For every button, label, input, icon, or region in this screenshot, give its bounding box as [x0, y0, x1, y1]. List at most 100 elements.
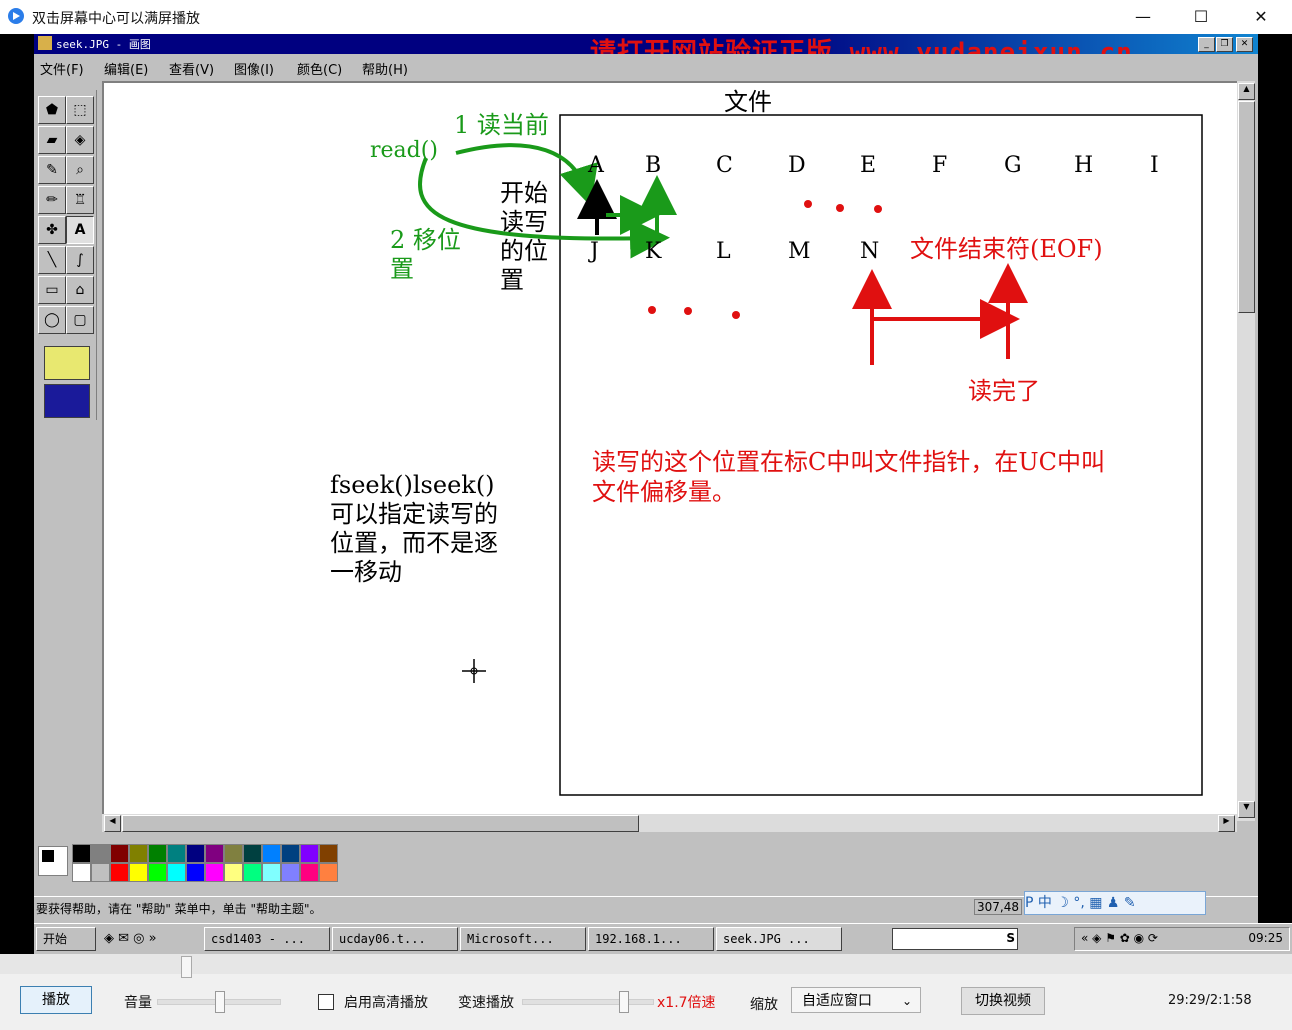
ellipse-icon[interactable]: ◯ — [38, 306, 66, 334]
current-colors-icon[interactable] — [38, 846, 68, 876]
taskbar-item[interactable]: 192.168.1... — [588, 927, 714, 951]
address-input[interactable]: S — [892, 928, 1018, 950]
menu-file[interactable]: 文件(F) — [40, 59, 84, 78]
color-swatch[interactable] — [262, 863, 281, 882]
paint-minimize-icon[interactable]: _ — [1198, 37, 1215, 52]
scroll-left-icon[interactable]: ◀ — [104, 815, 121, 832]
maximize-button[interactable]: ☐ — [1178, 2, 1224, 32]
polygon-icon[interactable]: ⌂ — [66, 276, 94, 304]
fseek-note: fseek()lseek() 可以指定读写的 位置，而不是逐 一移动 — [330, 471, 498, 587]
color-swatch[interactable] — [281, 844, 300, 863]
menu-colors[interactable]: 颜色(C) — [297, 59, 342, 78]
pencil-icon[interactable]: ✏ — [38, 186, 66, 214]
curve-icon[interactable]: ∫ — [66, 246, 94, 274]
color-swatch[interactable] — [186, 844, 205, 863]
color-swatch[interactable] — [148, 844, 167, 863]
rect-select-icon[interactable]: ⬚ — [66, 96, 94, 124]
magnifier-icon[interactable]: ⌕ — [66, 156, 94, 184]
ime-toolbar[interactable]: P 中 ☽ °, ▦ ♟ ✎ — [1024, 891, 1206, 915]
color-swatch[interactable] — [186, 863, 205, 882]
vertical-scroll-thumb[interactable] — [1238, 101, 1255, 313]
taskbar-item[interactable]: Microsoft... — [460, 927, 586, 951]
color-swatch[interactable] — [224, 844, 243, 863]
switch-video-button[interactable]: 切换视频 — [961, 987, 1045, 1015]
fseek-note-line: 一移动 — [330, 558, 402, 586]
ellipsis-dot — [732, 311, 740, 319]
speed-slider[interactable] — [522, 991, 654, 1013]
taskbar-item[interactable]: ucday06.t... — [332, 927, 458, 951]
speed-label: 变速播放 — [458, 995, 514, 1011]
horizontal-scroll-thumb[interactable] — [122, 815, 639, 832]
minimize-button[interactable]: — — [1120, 2, 1166, 32]
color-swatch[interactable] — [281, 863, 300, 882]
color-picker-icon[interactable]: ✎ — [38, 156, 66, 184]
close-button[interactable]: ✕ — [1238, 2, 1284, 32]
progress-thumb[interactable] — [181, 956, 192, 978]
free-select-icon[interactable]: ⬟ — [38, 96, 66, 124]
video-frame[interactable]: seek.JPG - 画图 请打开网站验证正版 www.yudaneixun.c… — [0, 34, 1292, 954]
scroll-right-icon[interactable]: ▶ — [1218, 815, 1235, 832]
color-swatch[interactable] — [148, 863, 167, 882]
letter-c: C — [716, 153, 733, 178]
color-swatch[interactable] — [129, 844, 148, 863]
color-swatch[interactable] — [129, 863, 148, 882]
menu-image[interactable]: 图像(I) — [234, 59, 274, 78]
menu-edit[interactable]: 编辑(E) — [104, 59, 148, 78]
scroll-up-icon[interactable]: ▲ — [1238, 83, 1255, 100]
quick-launch-icons[interactable]: ◈ ✉ ◎ » — [104, 931, 157, 946]
rounded-rect-icon[interactable]: ▢ — [66, 306, 94, 334]
color-swatch[interactable] — [205, 863, 224, 882]
color-swatch[interactable] — [300, 844, 319, 863]
rectangle-icon[interactable]: ▭ — [38, 276, 66, 304]
taskbar-item-active[interactable]: seek.JPG ... — [716, 927, 842, 951]
eraser-icon[interactable]: ▰ — [38, 126, 66, 154]
vertical-scrollbar[interactable]: ▲ ▼ — [1237, 81, 1255, 821]
color-swatch[interactable] — [243, 863, 262, 882]
color-swatch[interactable] — [72, 844, 91, 863]
color-swatch[interactable] — [243, 844, 262, 863]
menu-view[interactable]: 查看(V) — [169, 59, 214, 78]
scroll-down-icon[interactable]: ▼ — [1238, 801, 1255, 818]
taskbar-item[interactable]: csd1403 - ... — [204, 927, 330, 951]
color-swatch[interactable] — [205, 844, 224, 863]
paint-restore-icon[interactable]: ❐ — [1216, 37, 1233, 52]
color-swatch[interactable] — [167, 863, 186, 882]
tray-icons[interactable]: « ◈ ⚑ ✿ ◉ ⟳ — [1081, 931, 1158, 945]
drawing-canvas[interactable]: 文件 read() 1 读当前 2 移位 置 开始 读写 的位 置 A B C … — [102, 81, 1246, 820]
opaque-mode-icon[interactable] — [44, 346, 90, 380]
letter-j: J — [590, 239, 599, 264]
paint-close-icon[interactable]: ✕ — [1236, 37, 1253, 52]
zoom-label: 缩放 — [750, 997, 778, 1013]
fseek-note-line: fseek()lseek() — [330, 471, 495, 499]
speed-value: x1.7倍速 — [657, 995, 716, 1011]
letter-m: M — [788, 239, 811, 264]
transparent-mode-icon[interactable] — [44, 384, 90, 418]
line-icon[interactable]: ╲ — [38, 246, 66, 274]
speed-slider-thumb[interactable] — [619, 991, 629, 1013]
color-swatch[interactable] — [91, 844, 110, 863]
color-swatch[interactable] — [110, 863, 129, 882]
color-swatch[interactable] — [319, 863, 338, 882]
color-swatch[interactable] — [300, 863, 319, 882]
zoom-select[interactable]: 自适应窗口 ⌄ — [791, 987, 921, 1013]
horizontal-scrollbar[interactable]: ◀ ▶ — [102, 814, 1237, 832]
text-tool-icon[interactable]: A — [66, 216, 94, 244]
color-swatch[interactable] — [72, 863, 91, 882]
volume-slider-thumb[interactable] — [215, 991, 225, 1013]
volume-slider[interactable] — [157, 991, 281, 1013]
start-button[interactable]: 开始 — [36, 927, 96, 951]
color-swatch[interactable] — [319, 844, 338, 863]
color-swatch[interactable] — [262, 844, 281, 863]
play-button[interactable]: 播放 — [20, 986, 92, 1014]
fill-icon[interactable]: ◈ — [66, 126, 94, 154]
color-swatch[interactable] — [91, 863, 110, 882]
search-button[interactable]: S — [1006, 931, 1015, 945]
color-swatch[interactable] — [224, 863, 243, 882]
airbrush-icon[interactable]: ✤ — [38, 216, 66, 244]
menu-help[interactable]: 帮助(H) — [362, 59, 408, 78]
hd-checkbox[interactable] — [318, 994, 334, 1010]
color-swatch[interactable] — [110, 844, 129, 863]
progress-bar[interactable] — [0, 954, 1292, 978]
brush-icon[interactable]: ♖ — [66, 186, 94, 214]
color-swatch[interactable] — [167, 844, 186, 863]
